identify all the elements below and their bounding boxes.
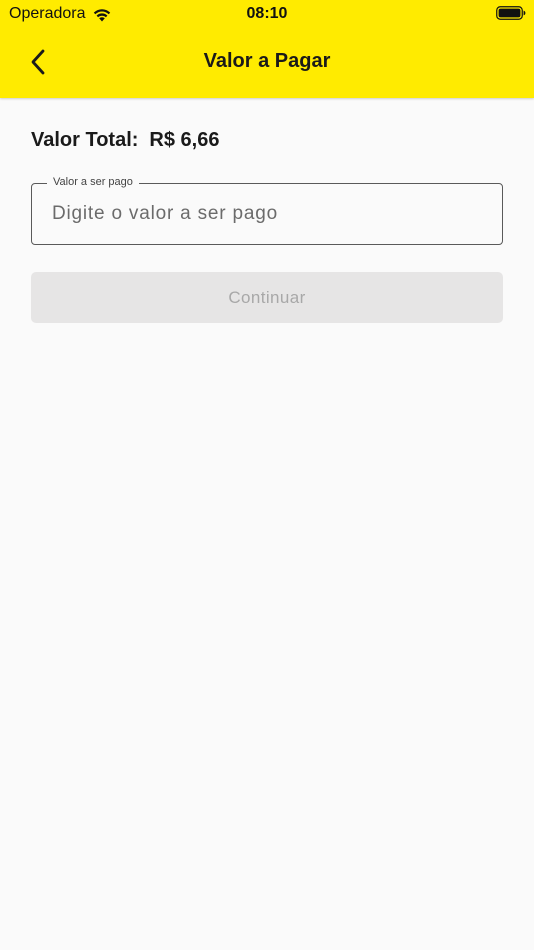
amount-field[interactable]: Valor a ser pago <box>31 176 503 245</box>
status-time: 08:10 <box>246 5 288 22</box>
app-header: Operadora 08:10 Valor a Pagar <box>0 0 534 98</box>
total-value: R$ 6,66 <box>149 129 220 151</box>
page-title: Valor a Pagar <box>203 50 331 72</box>
total-summary: Valor Total: R$ 6,66 <box>31 129 503 152</box>
amount-input[interactable] <box>52 184 482 243</box>
continue-button[interactable]: Continuar <box>31 272 503 323</box>
total-label: Valor Total: <box>31 129 139 151</box>
battery-icon <box>496 6 526 20</box>
navigation-bar: Valor a Pagar <box>0 28 534 98</box>
payment-form: Valor Total: R$ 6,66 Valor a ser pago Co… <box>31 98 503 323</box>
status-bar: Operadora 08:10 <box>0 0 534 28</box>
